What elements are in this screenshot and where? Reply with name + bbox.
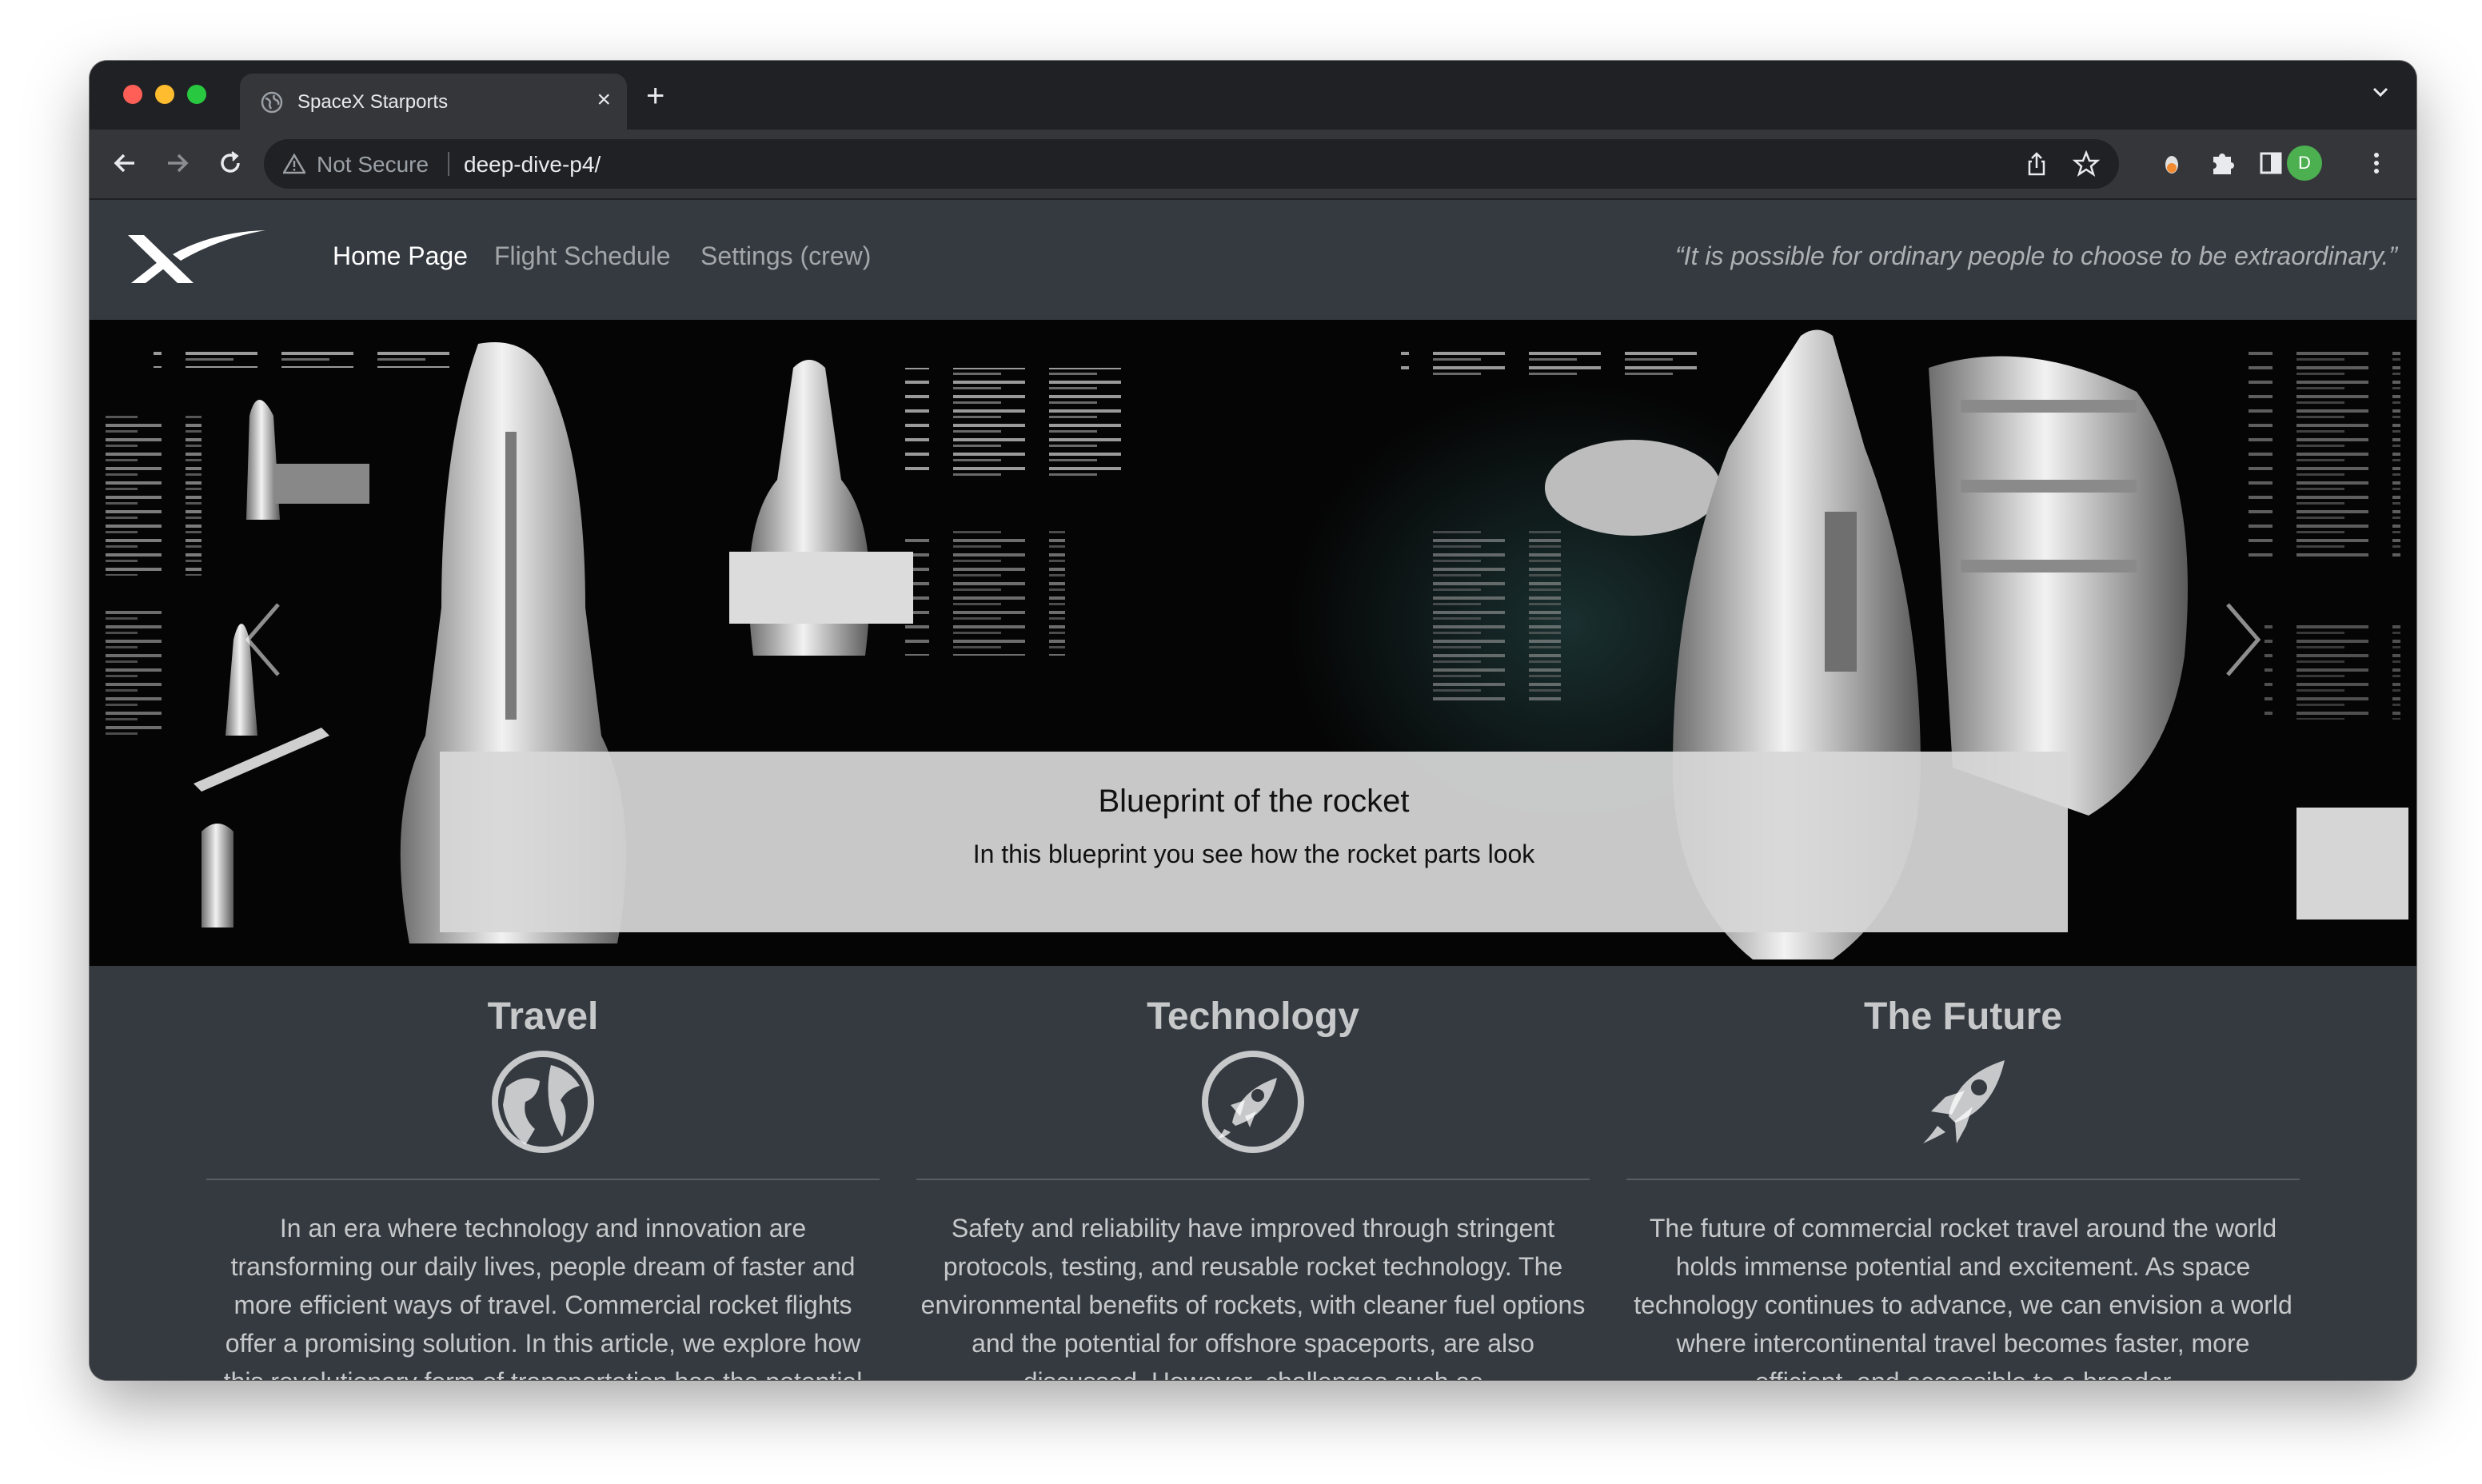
browser-window: SpaceX Starports × + Not Secure deep-div…: [90, 61, 2416, 1380]
extension-icon[interactable]: [2156, 147, 2188, 179]
warning-icon: [283, 154, 305, 174]
security-status[interactable]: Not Secure: [317, 152, 429, 178]
nav-settings-crew[interactable]: Settings (crew): [700, 241, 871, 271]
reload-icon[interactable]: [213, 146, 248, 181]
column-divider: [916, 1179, 1590, 1180]
column-text: In an era where technology and innovatio…: [224, 1214, 863, 1380]
browser-toolbar: Not Secure deep-dive-p4/ D: [90, 130, 2416, 200]
caption-title: Blueprint of the rocket: [1098, 784, 1410, 819]
web-page: Home Page Flight Schedule Settings (crew…: [90, 200, 2416, 1380]
url-text[interactable]: deep-dive-p4/: [464, 152, 601, 178]
hero-carousel: Blueprint of the rocket In this blueprin…: [90, 320, 2416, 966]
carousel-next-arrow-icon[interactable]: [2218, 600, 2266, 680]
maximize-window-button[interactable]: [187, 85, 206, 104]
address-bar[interactable]: Not Secure deep-dive-p4/: [264, 139, 2119, 189]
nav-flight-schedule[interactable]: Flight Schedule: [494, 241, 671, 271]
nav-home-page[interactable]: Home Page: [333, 241, 468, 271]
more-menu-icon[interactable]: [2360, 147, 2392, 179]
rocket-circle-icon: [1202, 1051, 1304, 1153]
caption-text: In this blueprint you see how the rocket…: [972, 840, 1535, 868]
column-divider: [206, 1179, 880, 1180]
tab-strip: SpaceX Starports × +: [90, 61, 2416, 130]
share-icon[interactable]: [2023, 150, 2050, 178]
close-window-button[interactable]: [123, 85, 142, 104]
spacex-logo-icon[interactable]: [125, 227, 269, 291]
carousel-caption: Blueprint of the rocket In this blueprin…: [440, 752, 2068, 932]
bookmark-star-icon[interactable]: [2073, 150, 2100, 178]
column-title: Travel: [487, 995, 599, 1038]
address-separator: [448, 152, 449, 176]
site-navbar: Home Page Flight Schedule Settings (crew…: [90, 200, 2416, 320]
close-tab-icon[interactable]: ×: [597, 88, 611, 112]
profile-avatar[interactable]: D: [2287, 146, 2322, 181]
minimize-window-button[interactable]: [155, 85, 174, 104]
carousel-prev-arrow-icon[interactable]: [240, 600, 288, 680]
browser-tab-active[interactable]: SpaceX Starports ×: [240, 74, 627, 130]
puzzle-icon[interactable]: [2207, 147, 2239, 179]
globe-icon: [492, 1051, 594, 1153]
column-title: Technology: [1147, 995, 1359, 1038]
column-divider: [1626, 1179, 2300, 1180]
back-arrow-icon[interactable]: [107, 146, 142, 181]
column-text: Safety and reliability have improved thr…: [920, 1214, 1586, 1380]
new-tab-button[interactable]: +: [646, 80, 664, 112]
globe-icon: [261, 91, 283, 114]
forward-arrow-icon[interactable]: [160, 146, 195, 181]
chevron-down-icon[interactable]: [2368, 80, 2392, 104]
column-text: The future of commercial rocket travel a…: [1634, 1214, 2292, 1380]
tab-title: SpaceX Starports: [297, 91, 449, 113]
column-title: The Future: [1864, 995, 2062, 1038]
side-panel-icon[interactable]: [2255, 147, 2287, 179]
rocket-icon: [1923, 1060, 2005, 1143]
navbar-quote: “It is possible for ordinary people to c…: [1675, 241, 2397, 270]
